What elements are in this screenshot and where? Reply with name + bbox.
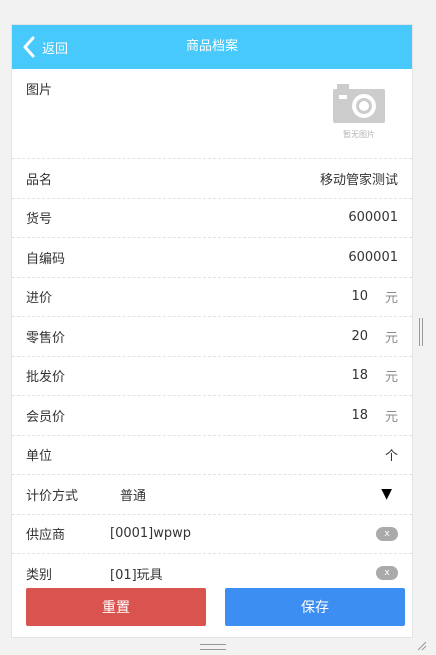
field-retail-price-row[interactable]: 零售价 20 元	[12, 317, 412, 357]
product-archive-screen: 返回 商品档案 图片 暂无图片 品名 移动管家测试 货号 600001 自编码 …	[12, 25, 412, 637]
field-name-row[interactable]: 品名 移动管家测试	[12, 159, 412, 199]
caret-down-icon[interactable]: ▼	[381, 486, 392, 502]
item-no-input[interactable]: 600001	[110, 210, 398, 225]
chevron-left-icon	[23, 36, 35, 58]
camera-icon	[333, 84, 385, 123]
top-nav-bar: 返回 商品档案	[12, 25, 412, 69]
field-label: 批发价	[26, 370, 66, 386]
category-picker[interactable]: [01]玩具	[110, 564, 376, 583]
resize-grip-icon[interactable]	[416, 641, 428, 651]
field-label: 进价	[26, 291, 53, 307]
action-footer: 重置 保存	[12, 581, 412, 637]
back-button[interactable]: 返回	[22, 25, 68, 69]
currency-unit: 元	[384, 291, 398, 307]
page-title: 商品档案	[185, 39, 238, 54]
no-picture-text: 暂无图片	[343, 130, 375, 139]
field-label: 自编码	[26, 251, 66, 267]
field-label: 零售价	[26, 330, 66, 346]
back-label: 返回	[42, 41, 69, 57]
field-pricing-method-row[interactable]: 计价方式 普通 ▼	[12, 475, 412, 515]
picture-placeholder[interactable]: 暂无图片	[330, 81, 388, 140]
currency-unit: 元	[384, 409, 398, 425]
field-label: 计价方式	[26, 488, 79, 504]
unit-input[interactable]: 个	[110, 445, 398, 464]
member-price-input[interactable]: 18	[110, 408, 368, 423]
name-input[interactable]: 移动管家测试	[110, 169, 398, 188]
field-member-price-row[interactable]: 会员价 18 元	[12, 396, 412, 436]
field-label: 单位	[26, 449, 53, 465]
save-button[interactable]: 保存	[225, 588, 405, 626]
reset-button[interactable]: 重置	[26, 588, 206, 626]
picture-row: 图片 暂无图片	[12, 69, 412, 159]
drag-handle[interactable]	[200, 644, 226, 650]
field-supplier-row[interactable]: 供应商 [0001]wpwp x	[12, 515, 412, 554]
field-item-no-row[interactable]: 货号 600001	[12, 199, 412, 238]
field-purchase-price-row[interactable]: 进价 10 元	[12, 278, 412, 317]
picture-label: 图片	[26, 83, 53, 98]
field-wholesale-price-row[interactable]: 批发价 18 元	[12, 357, 412, 396]
scrollbar-handle[interactable]	[419, 318, 423, 346]
field-unit-row[interactable]: 单位 个	[12, 436, 412, 475]
clear-category-button[interactable]: x	[376, 566, 398, 581]
clear-supplier-button[interactable]: x	[376, 526, 398, 541]
pricing-method-select[interactable]: 普通	[120, 485, 381, 504]
field-label: 会员价	[26, 409, 66, 425]
field-self-code-row[interactable]: 自编码 600001	[12, 238, 412, 278]
wholesale-price-input[interactable]: 18	[110, 368, 368, 383]
purchase-price-input[interactable]: 10	[110, 289, 368, 304]
supplier-picker[interactable]: [0001]wpwp	[110, 526, 376, 541]
self-code-input[interactable]: 600001	[110, 250, 398, 265]
field-label: 货号	[26, 212, 53, 228]
field-label: 类别	[26, 567, 53, 583]
currency-unit: 元	[384, 370, 398, 386]
field-label: 供应商	[26, 528, 66, 544]
retail-price-input[interactable]: 20	[110, 329, 368, 344]
currency-unit: 元	[384, 330, 398, 346]
field-label: 品名	[26, 172, 53, 188]
